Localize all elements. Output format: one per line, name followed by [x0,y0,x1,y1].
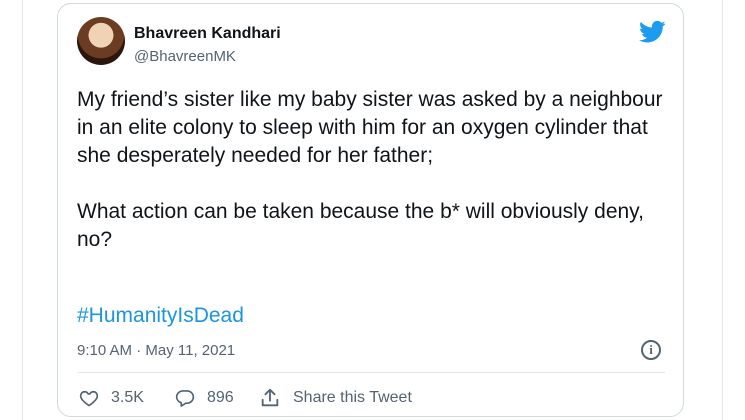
like-button[interactable]: 3.5K [79,387,144,409]
tweet-timestamp[interactable]: 9:10 AM · May 11, 2021 [77,342,235,359]
divider [77,372,665,373]
author-handle[interactable]: @BhavreenMK [134,48,236,65]
tweet-paragraph-1: My friend’s sister like my baby sister w… [77,88,663,167]
share-button[interactable]: Share this Tweet [259,387,412,409]
tweet-paragraph-2: What action can be taken because the b* … [77,200,644,251]
reply-count: 896 [207,389,234,406]
left-page-border [22,0,23,420]
tweet-text: My friend’s sister like my baby sister w… [77,86,667,254]
hashtag-link[interactable]: #HumanityIsDead [77,304,244,328]
like-count: 3.5K [111,389,144,406]
speech-bubble-icon [175,390,195,407]
right-page-border [722,0,723,420]
share-upload-icon [261,388,279,407]
reply-button[interactable]: 896 [175,387,234,409]
twitter-bird-icon[interactable] [639,20,666,44]
share-label: Share this Tweet [293,389,412,406]
avatar[interactable] [77,17,125,65]
heart-icon [79,390,99,407]
author-name[interactable]: Bhavreen Kandhari [134,25,281,43]
info-icon[interactable]: i [641,340,661,360]
tweet-card: Bhavreen Kandhari @BhavreenMK My friend’… [57,3,684,417]
